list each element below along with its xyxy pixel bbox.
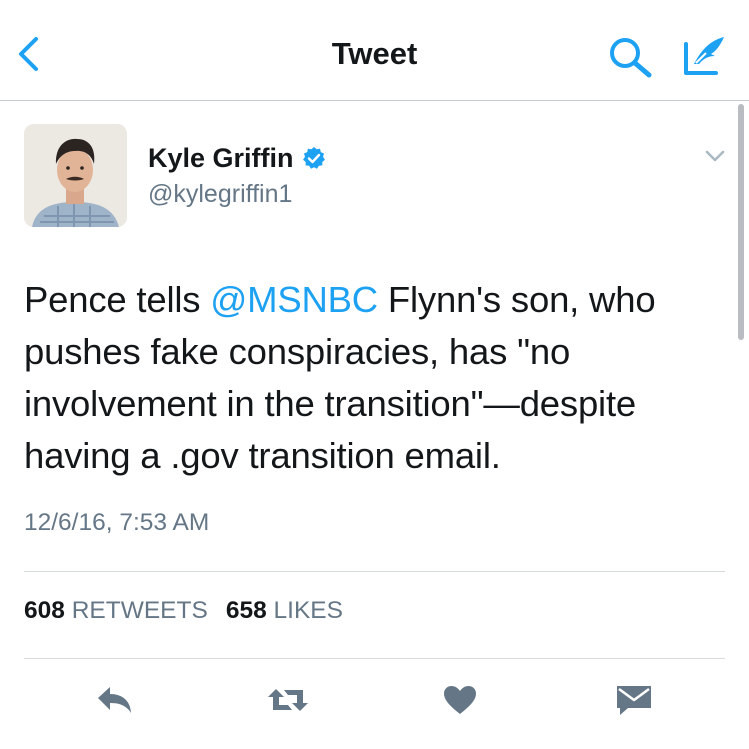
divider — [24, 658, 725, 659]
direct-message-button[interactable] — [612, 680, 656, 720]
likes-label[interactable]: LIKES — [274, 597, 343, 624]
tweet-detail-screen: Tweet Kyle Griffin @kylegriffin1 Pence t… — [0, 0, 749, 749]
tweet-text-start: Pence tells — [24, 279, 211, 320]
compose-icon[interactable] — [682, 34, 728, 76]
author-name[interactable]: Kyle Griffin — [148, 143, 294, 174]
author-handle[interactable]: @kylegriffin1 — [148, 180, 292, 209]
heart-icon — [444, 686, 476, 714]
author-name-row: Kyle Griffin — [148, 143, 326, 173]
tweet-timestamp: 12/6/16, 7:53 AM — [24, 509, 210, 536]
verified-badge-icon — [302, 147, 325, 169]
navigation-bar: Tweet — [0, 0, 749, 101]
retweet-button[interactable] — [264, 680, 312, 720]
retweets-count[interactable]: 608 — [24, 597, 65, 624]
mention-link[interactable]: @MSNBC — [210, 279, 378, 320]
divider — [24, 571, 725, 572]
tweet-stats: 608 RETWEETS 658 LIKES — [24, 597, 343, 625]
likes-count[interactable]: 658 — [226, 597, 267, 624]
scrollbar[interactable] — [738, 104, 744, 340]
reply-icon — [98, 687, 131, 713]
action-bar — [0, 680, 749, 720]
retweets-label[interactable]: RETWEETS — [72, 597, 208, 624]
like-button[interactable] — [440, 680, 480, 720]
search-icon[interactable] — [606, 36, 654, 78]
reply-button[interactable] — [92, 680, 136, 720]
envelope-icon — [617, 686, 651, 715]
avatar[interactable] — [24, 124, 127, 227]
avatar-image — [24, 124, 127, 227]
chevron-down-icon[interactable] — [704, 148, 726, 164]
tweet-text: Pence tells @MSNBC Flynn's son, who push… — [24, 274, 724, 482]
retweet-icon — [268, 689, 308, 711]
